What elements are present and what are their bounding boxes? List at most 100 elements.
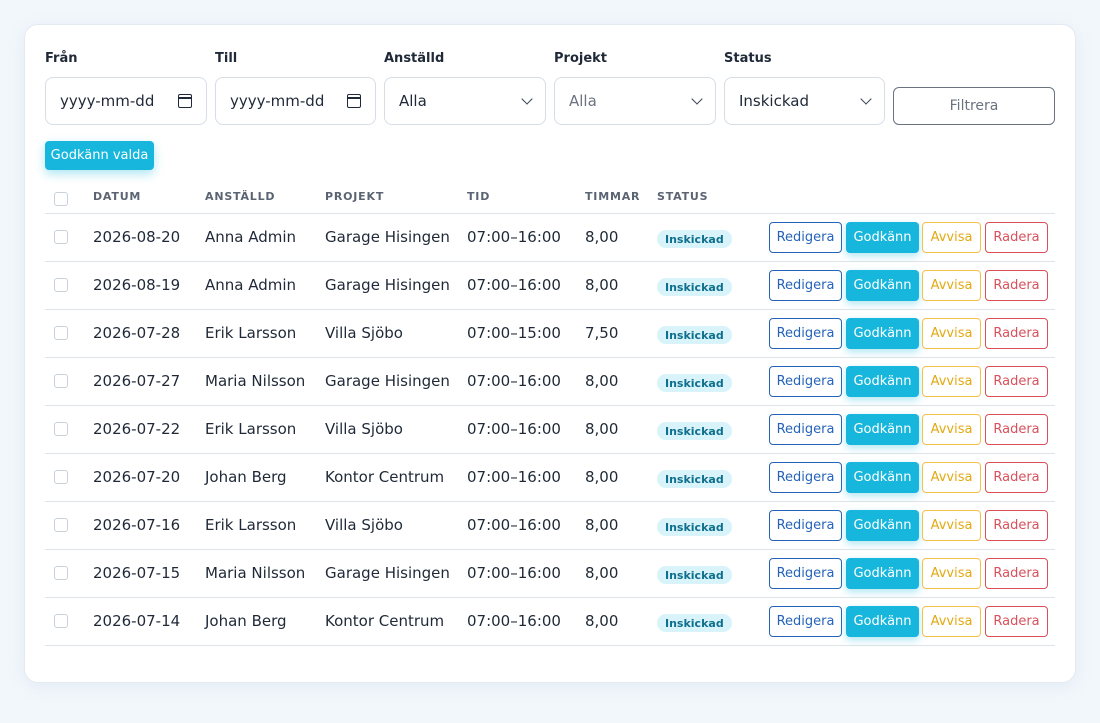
delete-button[interactable]: Radera [985,318,1048,349]
row-checkbox[interactable] [54,518,68,532]
cell-time: 07:00–16:00 [467,228,561,246]
to-date-input[interactable]: yyyy-mm-dd [215,77,376,125]
cell-employee: Erik Larsson [205,420,297,438]
edit-button[interactable]: Redigera [769,318,842,349]
cell-hours: 8,00 [585,564,619,582]
timesheet-table: DATUM ANSTÄLLD PROJEKT TID TIMMAR STATUS… [45,183,1055,646]
from-date-input[interactable]: yyyy-mm-dd [45,77,207,125]
status-select[interactable]: Inskickad [724,77,885,125]
delete-button[interactable]: Radera [985,462,1048,493]
chevron-down-icon [521,93,533,105]
row-checkbox[interactable] [54,422,68,436]
approve-button[interactable]: Godkänn [846,606,919,637]
cell-project: Garage Hisingen [325,276,450,294]
cell-employee: Erik Larsson [205,516,297,534]
row-checkbox[interactable] [54,566,68,580]
reject-button[interactable]: Avvisa [922,270,981,301]
reject-button[interactable]: Avvisa [922,558,981,589]
status-badge: Inskickad [657,470,732,488]
cell-time: 07:00–15:00 [467,324,561,342]
cell-employee: Maria Nilsson [205,564,306,582]
reject-button[interactable]: Avvisa [922,462,981,493]
delete-button[interactable]: Radera [985,366,1048,397]
approve-button[interactable]: Godkänn [846,366,919,397]
cell-date: 2026-08-20 [93,228,181,246]
cell-hours: 8,00 [585,612,619,630]
approve-button[interactable]: Godkänn [846,318,919,349]
cell-date: 2026-08-19 [93,276,181,294]
status-badge: Inskickad [657,230,732,248]
cell-time: 07:00–16:00 [467,276,561,294]
cell-project: Villa Sjöbo [325,516,403,534]
approve-selected-button[interactable]: Godkänn valda [45,141,154,170]
cell-employee: Maria Nilsson [205,372,306,390]
edit-button[interactable]: Redigera [769,510,842,541]
approve-button[interactable]: Godkänn [846,414,919,445]
project-select[interactable]: Alla [554,77,716,125]
delete-button[interactable]: Radera [985,606,1048,637]
approve-button[interactable]: Godkänn [846,462,919,493]
status-select-value: Inskickad [739,92,809,110]
reject-button[interactable]: Avvisa [922,414,981,445]
chevron-down-icon [860,93,872,105]
approve-button[interactable]: Godkänn [846,558,919,589]
cell-project: Garage Hisingen [325,372,450,390]
calendar-icon[interactable] [347,94,361,108]
filter-status: Status [724,51,772,69]
cell-employee: Johan Berg [205,612,287,630]
employee-select[interactable]: Alla [384,77,546,125]
status-badge: Inskickad [657,518,732,536]
cell-employee: Anna Admin [205,228,297,246]
reject-button[interactable]: Avvisa [922,366,981,397]
table-row: 2026-07-28 Erik Larsson Villa Sjöbo 07:00–1… [45,310,1055,358]
select-all-checkbox[interactable] [54,192,68,206]
edit-button[interactable]: Redigera [769,222,842,253]
reject-button[interactable]: Avvisa [922,510,981,541]
cell-hours: 8,00 [585,516,619,534]
cell-project: Kontor Centrum [325,612,445,630]
calendar-icon[interactable] [178,94,192,108]
reject-button[interactable]: Avvisa [922,222,981,253]
delete-button[interactable]: Radera [985,222,1048,253]
edit-button[interactable]: Redigera [769,558,842,589]
cell-time: 07:00–16:00 [467,612,561,630]
cell-employee: Johan Berg [205,468,287,486]
cell-project: Villa Sjöbo [325,324,403,342]
row-checkbox[interactable] [54,374,68,388]
edit-button[interactable]: Redigera [769,606,842,637]
from-date-placeholder: yyyy-mm-dd [60,92,155,110]
edit-button[interactable]: Redigera [769,414,842,445]
row-checkbox[interactable] [54,278,68,292]
project-select-value: Alla [569,92,597,110]
row-checkbox[interactable] [54,470,68,484]
table-row: 2026-07-16 Erik Larsson Villa Sjöbo 07:00–1… [45,502,1055,550]
delete-button[interactable]: Radera [985,510,1048,541]
row-checkbox[interactable] [54,614,68,628]
edit-button[interactable]: Redigera [769,270,842,301]
row-checkbox[interactable] [54,326,68,340]
delete-button[interactable]: Radera [985,414,1048,445]
reject-button[interactable]: Avvisa [922,606,981,637]
filter-to-label: Till [215,51,238,66]
approve-button[interactable]: Godkänn [846,270,919,301]
table-body: 2026-08-20 Anna Admin Garage Hisingen 07:00… [45,214,1055,646]
cell-hours: 8,00 [585,276,619,294]
edit-button[interactable]: Redigera [769,462,842,493]
table-row: 2026-07-20 Johan Berg Kontor Centrum 07:00–… [45,454,1055,502]
delete-button[interactable]: Radera [985,270,1048,301]
cell-hours: 8,00 [585,372,619,390]
approve-button[interactable]: Godkänn [846,510,919,541]
table-row: 2026-07-27 Maria Nilsson Garage Hisingen 07… [45,358,1055,406]
table-header: DATUM ANSTÄLLD PROJEKT TID TIMMAR STATUS [45,183,1055,214]
approve-button[interactable]: Godkänn [846,222,919,253]
filter-project-label: Projekt [554,51,608,66]
employee-select-value: Alla [399,92,427,110]
filter-from: Från [45,51,78,69]
cell-date: 2026-07-27 [93,372,181,390]
edit-button[interactable]: Redigera [769,366,842,397]
delete-button[interactable]: Radera [985,558,1048,589]
filter-button[interactable]: Filtrera [893,87,1055,125]
filter-to: Till [215,51,237,69]
reject-button[interactable]: Avvisa [922,318,981,349]
row-checkbox[interactable] [54,230,68,244]
